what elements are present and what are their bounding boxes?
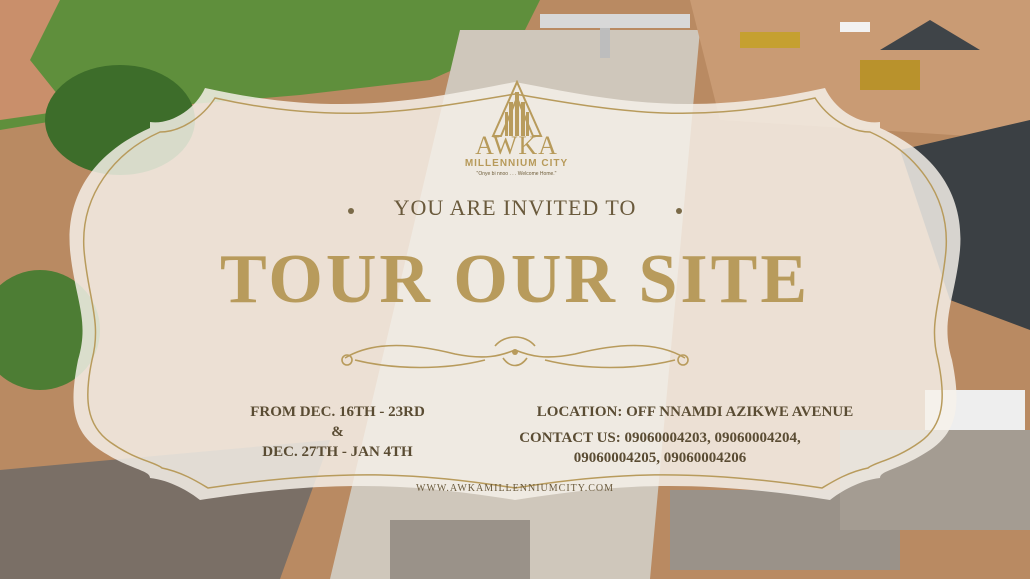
flourish-divider-icon [335, 330, 695, 375]
contact-info: CONTACT US: 09060004203, 09060004204, 09… [480, 428, 840, 468]
invite-text: YOU ARE INVITED TO [393, 195, 637, 220]
website-link[interactable]: WWW.AWKAMILLENNIUMCITY.COM [0, 483, 1030, 494]
dates-ampersand: & [331, 424, 344, 440]
invite-line: YOU ARE INVITED TO [0, 195, 1030, 221]
bullet-dot-icon [676, 208, 683, 215]
contact-line-2: 09060004205, 09060004206 [573, 450, 747, 466]
dates-line-2: DEC. 27TH - JAN 4TH [262, 444, 413, 460]
logo-subtitle: MILLENNIUM CITY [464, 158, 569, 169]
location: LOCATION: OFF NNAMDI AZIKWE AVENUE [536, 404, 854, 420]
dates-line-1: FROM DEC. 16TH - 23RD [250, 404, 425, 420]
bullet-dot-icon [347, 208, 354, 215]
contact-line-1: CONTACT US: 09060004203, 09060004204, [519, 430, 801, 446]
tour-dates: FROM DEC. 16TH - 23RD & DEC. 27TH - JAN … [230, 402, 445, 462]
logo-title: AWKA [475, 131, 558, 160]
logo-tagline: "Onye bi nnoo . . . Welcome Home." [476, 171, 557, 177]
headline: TOUR OUR SITE [219, 241, 811, 318]
tower-icon [490, 80, 543, 137]
awka-logo: AWKA MILLENNIUM CITY "Onye bi nnoo . . .… [464, 80, 569, 180]
